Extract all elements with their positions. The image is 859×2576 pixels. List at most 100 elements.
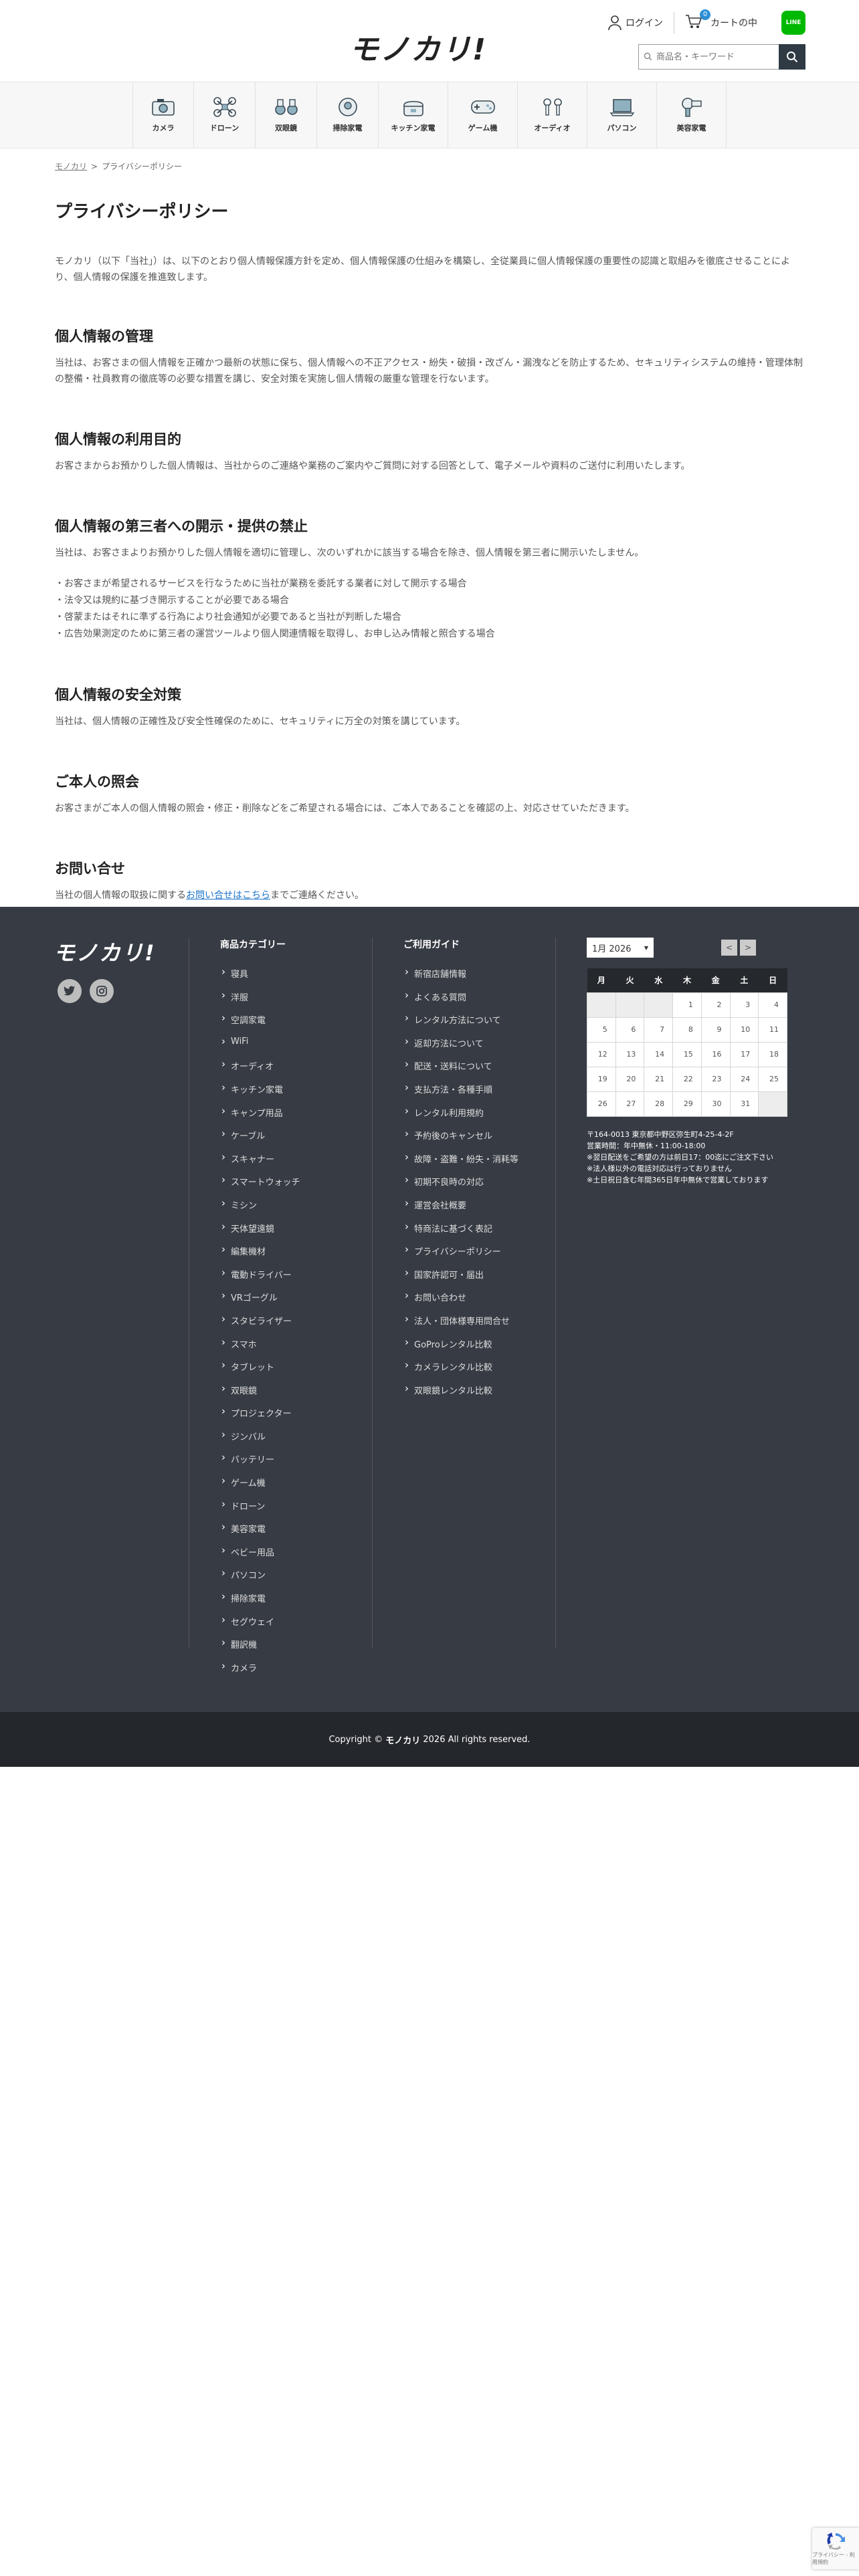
login-link[interactable]: ログイン	[597, 12, 674, 33]
footer-category-link[interactable]: スタビライザー	[189, 1313, 379, 1337]
footer-category-link[interactable]: 双眼鏡	[189, 1382, 379, 1407]
footer-guide-link[interactable]: 故障・盗難・紛失・消耗等	[373, 1151, 562, 1176]
category-game[interactable]: ゲーム機	[448, 82, 518, 148]
footer-category-link[interactable]: ゲーム機	[189, 1475, 379, 1499]
footer-guide-link[interactable]: 予約後のキャンセル	[373, 1128, 562, 1152]
calendar-day: 23	[700, 1066, 731, 1092]
search-input[interactable]	[638, 44, 779, 70]
section-text: 当社は、お客さまの個人情報を正確かつ最新の状態に保ち、個人情報への不正アクセス・…	[55, 358, 803, 385]
instagram-icon[interactable]	[90, 979, 114, 1003]
month-select[interactable]: 1月 2026 ▼	[587, 938, 654, 958]
breadcrumb: モノカリ > プライバシーポリシー	[0, 148, 859, 178]
footer-guide-link[interactable]: 法人・団体様専用問合せ	[373, 1313, 562, 1337]
footer-guide-link[interactable]: 国家許認可・届出	[373, 1267, 562, 1291]
footer-column-title: ご利用ガイド	[403, 940, 460, 950]
category-label: ドローン	[209, 124, 240, 132]
footer-category-link[interactable]: ジンバル	[189, 1428, 379, 1453]
footer-category-link[interactable]: プロジェクター	[189, 1405, 379, 1430]
footer-guide-link[interactable]: 運営会社概要	[373, 1197, 562, 1222]
recaptcha-badge[interactable]: プライバシー - 利用規約	[812, 2528, 859, 2569]
calendar-day: 29	[672, 1091, 702, 1117]
footer-guide-link[interactable]: カメラレンタル比較	[373, 1359, 562, 1384]
next-month-button[interactable]: >	[740, 940, 756, 956]
footer-category-link[interactable]: ケーブル	[189, 1128, 379, 1152]
footer-category-link[interactable]: 翻訳機	[189, 1636, 379, 1661]
footer-category-link[interactable]: スマホ	[189, 1336, 379, 1361]
footer-category-link[interactable]: 寝具	[189, 966, 379, 990]
footer-guide-link[interactable]: 支払方法・各種手順	[373, 1081, 562, 1106]
copyright: Copyright © モノカリ 2026 All rights reserve…	[0, 1712, 859, 1767]
category-audio[interactable]: オーディオ	[518, 82, 587, 148]
category-label: ゲーム機	[468, 124, 498, 132]
footer-guide-link[interactable]: 特商法に基づく表記	[373, 1220, 562, 1245]
recaptcha-label: プライバシー - 利用規約	[812, 2552, 855, 2565]
footer-guide-link[interactable]: 配送・送料について	[373, 1058, 562, 1083]
footer-category-link[interactable]: WiFi	[189, 1035, 379, 1060]
footer-guide-link[interactable]: レンタル利用規約	[373, 1105, 562, 1130]
store-info-line: ※法人様以外の電話対応は行っておりません	[587, 1164, 733, 1173]
copyright-brand: モノカリ	[385, 1735, 421, 1746]
footer-category-link[interactable]: VRゴーグル	[189, 1289, 379, 1314]
footer-guide-link[interactable]: レンタル方法について	[373, 1012, 562, 1037]
calendar-day: 8	[672, 1016, 702, 1043]
footer-category-link[interactable]: 電動ドライバー	[189, 1267, 379, 1291]
drone-icon	[213, 97, 236, 117]
footer-category-link[interactable]: カメラ	[189, 1660, 379, 1685]
footer-category-link[interactable]: キャンプ用品	[189, 1105, 379, 1130]
footer-guide-link[interactable]: お問い合わせ	[373, 1289, 562, 1314]
weekday-header: 土	[730, 968, 759, 992]
search-field-icon	[644, 52, 652, 61]
category-binoculars[interactable]: 双眼鏡	[256, 82, 317, 148]
footer-category-link[interactable]: 編集機材	[189, 1243, 379, 1268]
calendar-header: 1月 2026 ▼ < >	[587, 938, 785, 958]
section-heading: お問い合せ	[55, 861, 125, 877]
line-icon[interactable]: LINE	[781, 11, 805, 35]
footer-category-link[interactable]: セグウェイ	[189, 1614, 379, 1638]
footer-category-link[interactable]: バッテリー	[189, 1451, 379, 1476]
footer-guide-link[interactable]: 双眼鏡レンタル比較	[373, 1382, 562, 1407]
calendar-day: 18	[758, 1041, 787, 1067]
footer-category-link[interactable]: ベビー用品	[189, 1544, 379, 1569]
category-kitchen[interactable]: キッチン家電	[379, 82, 448, 148]
category-camera[interactable]: カメラ	[132, 82, 194, 148]
footer-category-link[interactable]: 掃除家電	[189, 1590, 379, 1615]
prev-month-button[interactable]: <	[721, 940, 737, 956]
section-heading: 個人情報の利用目的	[55, 431, 181, 447]
footer-category-link[interactable]: スマートウォッチ	[189, 1174, 379, 1198]
store-info-line: ※翌日配送をご希望の方は前日17：00迄にご注文下さい	[587, 1152, 773, 1162]
footer-category-link[interactable]: 天体望遠鏡	[189, 1220, 379, 1245]
twitter-icon[interactable]	[58, 979, 82, 1003]
category-label: 掃除家電	[332, 124, 363, 132]
footer-guide-link[interactable]: プライバシーポリシー	[373, 1243, 562, 1268]
search-form	[638, 44, 805, 70]
calendar-day: 1	[672, 992, 702, 1018]
category-beauty[interactable]: 美容家電	[657, 82, 727, 148]
breadcrumb-current: プライバシーポリシー	[102, 162, 182, 171]
footer-category-link[interactable]: 空調家電	[189, 1012, 379, 1037]
footer-guide-link[interactable]: 初期不良時の対応	[373, 1174, 562, 1198]
site-logo[interactable]: モノカリ!	[349, 25, 487, 68]
category-drone[interactable]: ドローン	[194, 82, 256, 148]
footer-guide-link[interactable]: GoProレンタル比較	[373, 1336, 562, 1361]
footer-category-link[interactable]: 洋服	[189, 989, 379, 1014]
footer-logo[interactable]: モノカリ!	[54, 936, 156, 967]
footer-category-link[interactable]: 美容家電	[189, 1521, 379, 1545]
footer-guide-link[interactable]: 新宿店舗情報	[373, 966, 562, 990]
cart-link[interactable]: 0 カートの中	[674, 9, 768, 33]
footer-category-link[interactable]: タブレット	[189, 1359, 379, 1384]
search-button[interactable]	[779, 44, 805, 70]
breadcrumb-home[interactable]: モノカリ	[55, 162, 87, 171]
footer-guide-link[interactable]: 返却方法について	[373, 1035, 562, 1060]
footer-category-link[interactable]: ミシン	[189, 1197, 379, 1222]
section-heading: 個人情報の安全対策	[55, 687, 181, 703]
footer-guide-link[interactable]: よくある質問	[373, 989, 562, 1014]
footer-category-link[interactable]: キッチン家電	[189, 1081, 379, 1106]
category-pc[interactable]: パソコン	[587, 82, 657, 148]
contact-link[interactable]: お問い合せはこちら	[186, 890, 270, 901]
footer-category-link[interactable]: スキャナー	[189, 1151, 379, 1176]
category-vacuum[interactable]: 掃除家電	[317, 82, 379, 148]
footer-category-link[interactable]: パソコン	[189, 1567, 379, 1592]
footer-category-link[interactable]: オーディオ	[189, 1058, 379, 1083]
footer-category-link[interactable]: ドローン	[189, 1498, 379, 1523]
section-inquiry-self: ご本人の照会 お客さまがご本人の個人情報の照会・修正・削除などをご希望される場合…	[55, 771, 804, 817]
